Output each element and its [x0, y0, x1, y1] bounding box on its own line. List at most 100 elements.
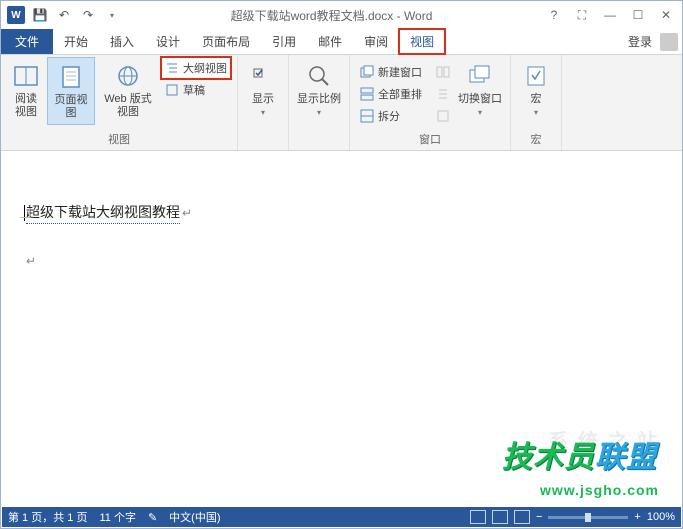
- status-read-view-button[interactable]: [470, 510, 486, 524]
- status-proofing-icon[interactable]: ✎: [148, 511, 157, 524]
- watermark-url: www.jsgho.com: [540, 482, 659, 498]
- ribbon-group-views: 阅读 视图 页面视图 Web 版式视图 大纲视图 草稿 视图: [1, 55, 238, 150]
- outline-view-label: 大纲视图: [183, 60, 227, 76]
- tab-home[interactable]: 开始: [53, 29, 99, 54]
- zoom-in-button[interactable]: +: [634, 511, 640, 523]
- macros-button[interactable]: 宏 ▾: [517, 57, 555, 122]
- status-language[interactable]: 中文(中国): [169, 509, 220, 525]
- tab-review[interactable]: 审阅: [353, 29, 399, 54]
- document-text[interactable]: 超级下载站大纲视图教程: [26, 202, 180, 224]
- show-icon: [248, 61, 278, 91]
- maximize-button[interactable]: ☐: [624, 4, 652, 26]
- dropdown-icon: ▾: [478, 108, 482, 118]
- reset-position-button[interactable]: [432, 105, 454, 127]
- new-window-icon: [360, 65, 374, 79]
- show-label: 显示: [252, 93, 274, 106]
- page-corner-marker: [20, 208, 30, 218]
- arrange-all-button[interactable]: 全部重排: [356, 83, 426, 105]
- tab-file[interactable]: 文件: [1, 29, 53, 54]
- zoom-icon: [304, 61, 334, 91]
- qat-customize-button[interactable]: ▾: [101, 4, 123, 26]
- ribbon-tabs: 文件 开始 插入 设计 页面布局 引用 邮件 审阅 视图 登录: [1, 29, 682, 55]
- arrange-all-label: 全部重排: [378, 86, 422, 102]
- paragraph-mark-icon: ↵: [26, 254, 36, 268]
- redo-button[interactable]: ↷: [77, 4, 99, 26]
- watermark-main: 技术员联盟: [502, 432, 657, 476]
- status-word-count[interactable]: 11 个字: [99, 509, 135, 525]
- dropdown-icon: ▾: [534, 108, 538, 118]
- tab-view[interactable]: 视图: [399, 29, 445, 54]
- quick-access-toolbar: W 💾 ↶ ↷ ▾: [1, 4, 123, 26]
- title-bar: W 💾 ↶ ↷ ▾ 超级下载站word教程文档.docx - Word ? ⛶ …: [1, 1, 682, 29]
- tab-design[interactable]: 设计: [145, 29, 191, 54]
- split-icon: [360, 109, 374, 123]
- switch-windows-icon: [465, 61, 495, 91]
- split-label: 拆分: [378, 108, 400, 124]
- read-view-label: 阅读 视图: [15, 93, 37, 119]
- sync-scroll-icon: [436, 87, 450, 101]
- status-print-view-button[interactable]: [492, 510, 508, 524]
- app-icon[interactable]: W: [5, 4, 27, 26]
- read-view-button[interactable]: 阅读 视图: [7, 57, 45, 123]
- show-button[interactable]: 显示 ▾: [244, 57, 282, 122]
- page-view-label: 页面视图: [50, 94, 92, 120]
- new-window-button[interactable]: 新建窗口: [356, 61, 426, 83]
- ribbon-options-button[interactable]: ⛶: [568, 4, 596, 26]
- tab-references[interactable]: 引用: [261, 29, 307, 54]
- web-view-label: Web 版式视图: [99, 93, 157, 119]
- reset-position-icon: [436, 109, 450, 123]
- tab-insert[interactable]: 插入: [99, 29, 145, 54]
- sync-scroll-button[interactable]: [432, 83, 454, 105]
- switch-windows-button[interactable]: 切换窗口 ▾: [456, 57, 504, 122]
- ribbon-group-zoom: 显示比例 ▾: [289, 55, 350, 150]
- ribbon: 阅读 视图 页面视图 Web 版式视图 大纲视图 草稿 视图: [1, 55, 682, 151]
- macros-icon: [521, 61, 551, 91]
- zoom-value[interactable]: 100%: [647, 511, 675, 523]
- switch-windows-label: 切换窗口: [458, 93, 502, 106]
- macros-label: 宏: [531, 93, 542, 106]
- zoom-label: 显示比例: [297, 93, 341, 106]
- zoom-slider[interactable]: [548, 516, 628, 519]
- web-view-button[interactable]: Web 版式视图: [97, 57, 159, 123]
- dropdown-icon: ▾: [317, 108, 321, 118]
- page-view-icon: [56, 62, 86, 92]
- views-group-label: 视图: [7, 129, 231, 150]
- draft-view-button[interactable]: 草稿: [161, 79, 231, 101]
- tab-layout[interactable]: 页面布局: [191, 29, 261, 54]
- close-button[interactable]: ✕: [652, 4, 680, 26]
- new-window-label: 新建窗口: [378, 64, 422, 80]
- web-view-icon: [113, 61, 143, 91]
- draft-view-icon: [165, 83, 179, 97]
- status-bar: 第 1 页，共 1 页 11 个字 ✎ 中文(中国) − + 100%: [2, 507, 681, 527]
- outline-view-icon: [165, 61, 179, 75]
- split-button[interactable]: 拆分: [356, 105, 426, 127]
- minimize-button[interactable]: —: [596, 4, 624, 26]
- zoom-out-button[interactable]: −: [536, 511, 542, 523]
- status-page[interactable]: 第 1 页，共 1 页: [8, 509, 87, 525]
- status-web-view-button[interactable]: [514, 510, 530, 524]
- zoom-button[interactable]: 显示比例 ▾: [295, 57, 343, 122]
- ribbon-group-window: 新建窗口 全部重排 拆分 切换窗口 ▾: [350, 55, 511, 150]
- dropdown-icon: ▾: [261, 108, 265, 118]
- login-link[interactable]: 登录: [624, 33, 656, 50]
- paragraph-mark-icon: ↵: [182, 206, 192, 220]
- document-area[interactable]: 超级下载站大纲视图教程↵ ↵ 系 统 之 站 技术员联盟 www.jsgho.c…: [2, 152, 681, 506]
- user-avatar-icon[interactable]: [660, 33, 678, 51]
- read-view-icon: [11, 61, 41, 91]
- help-button[interactable]: ?: [540, 4, 568, 26]
- watermark-faint: 系 统 之 站: [548, 425, 659, 454]
- tab-mailings[interactable]: 邮件: [307, 29, 353, 54]
- view-side-by-side-button[interactable]: [432, 61, 454, 83]
- undo-button[interactable]: ↶: [53, 4, 75, 26]
- save-button[interactable]: 💾: [29, 4, 51, 26]
- ribbon-group-show: 显示 ▾: [238, 55, 289, 150]
- window-title: 超级下载站word教程文档.docx - Word: [123, 7, 540, 24]
- side-by-side-icon: [436, 65, 450, 79]
- draft-view-label: 草稿: [183, 82, 205, 98]
- macros-group-label: 宏: [517, 129, 555, 150]
- arrange-all-icon: [360, 87, 374, 101]
- window-group-label: 窗口: [356, 129, 504, 150]
- page-view-button[interactable]: 页面视图: [47, 57, 95, 125]
- outline-view-button[interactable]: 大纲视图: [161, 57, 231, 79]
- ribbon-group-macros: 宏 ▾ 宏: [511, 55, 562, 150]
